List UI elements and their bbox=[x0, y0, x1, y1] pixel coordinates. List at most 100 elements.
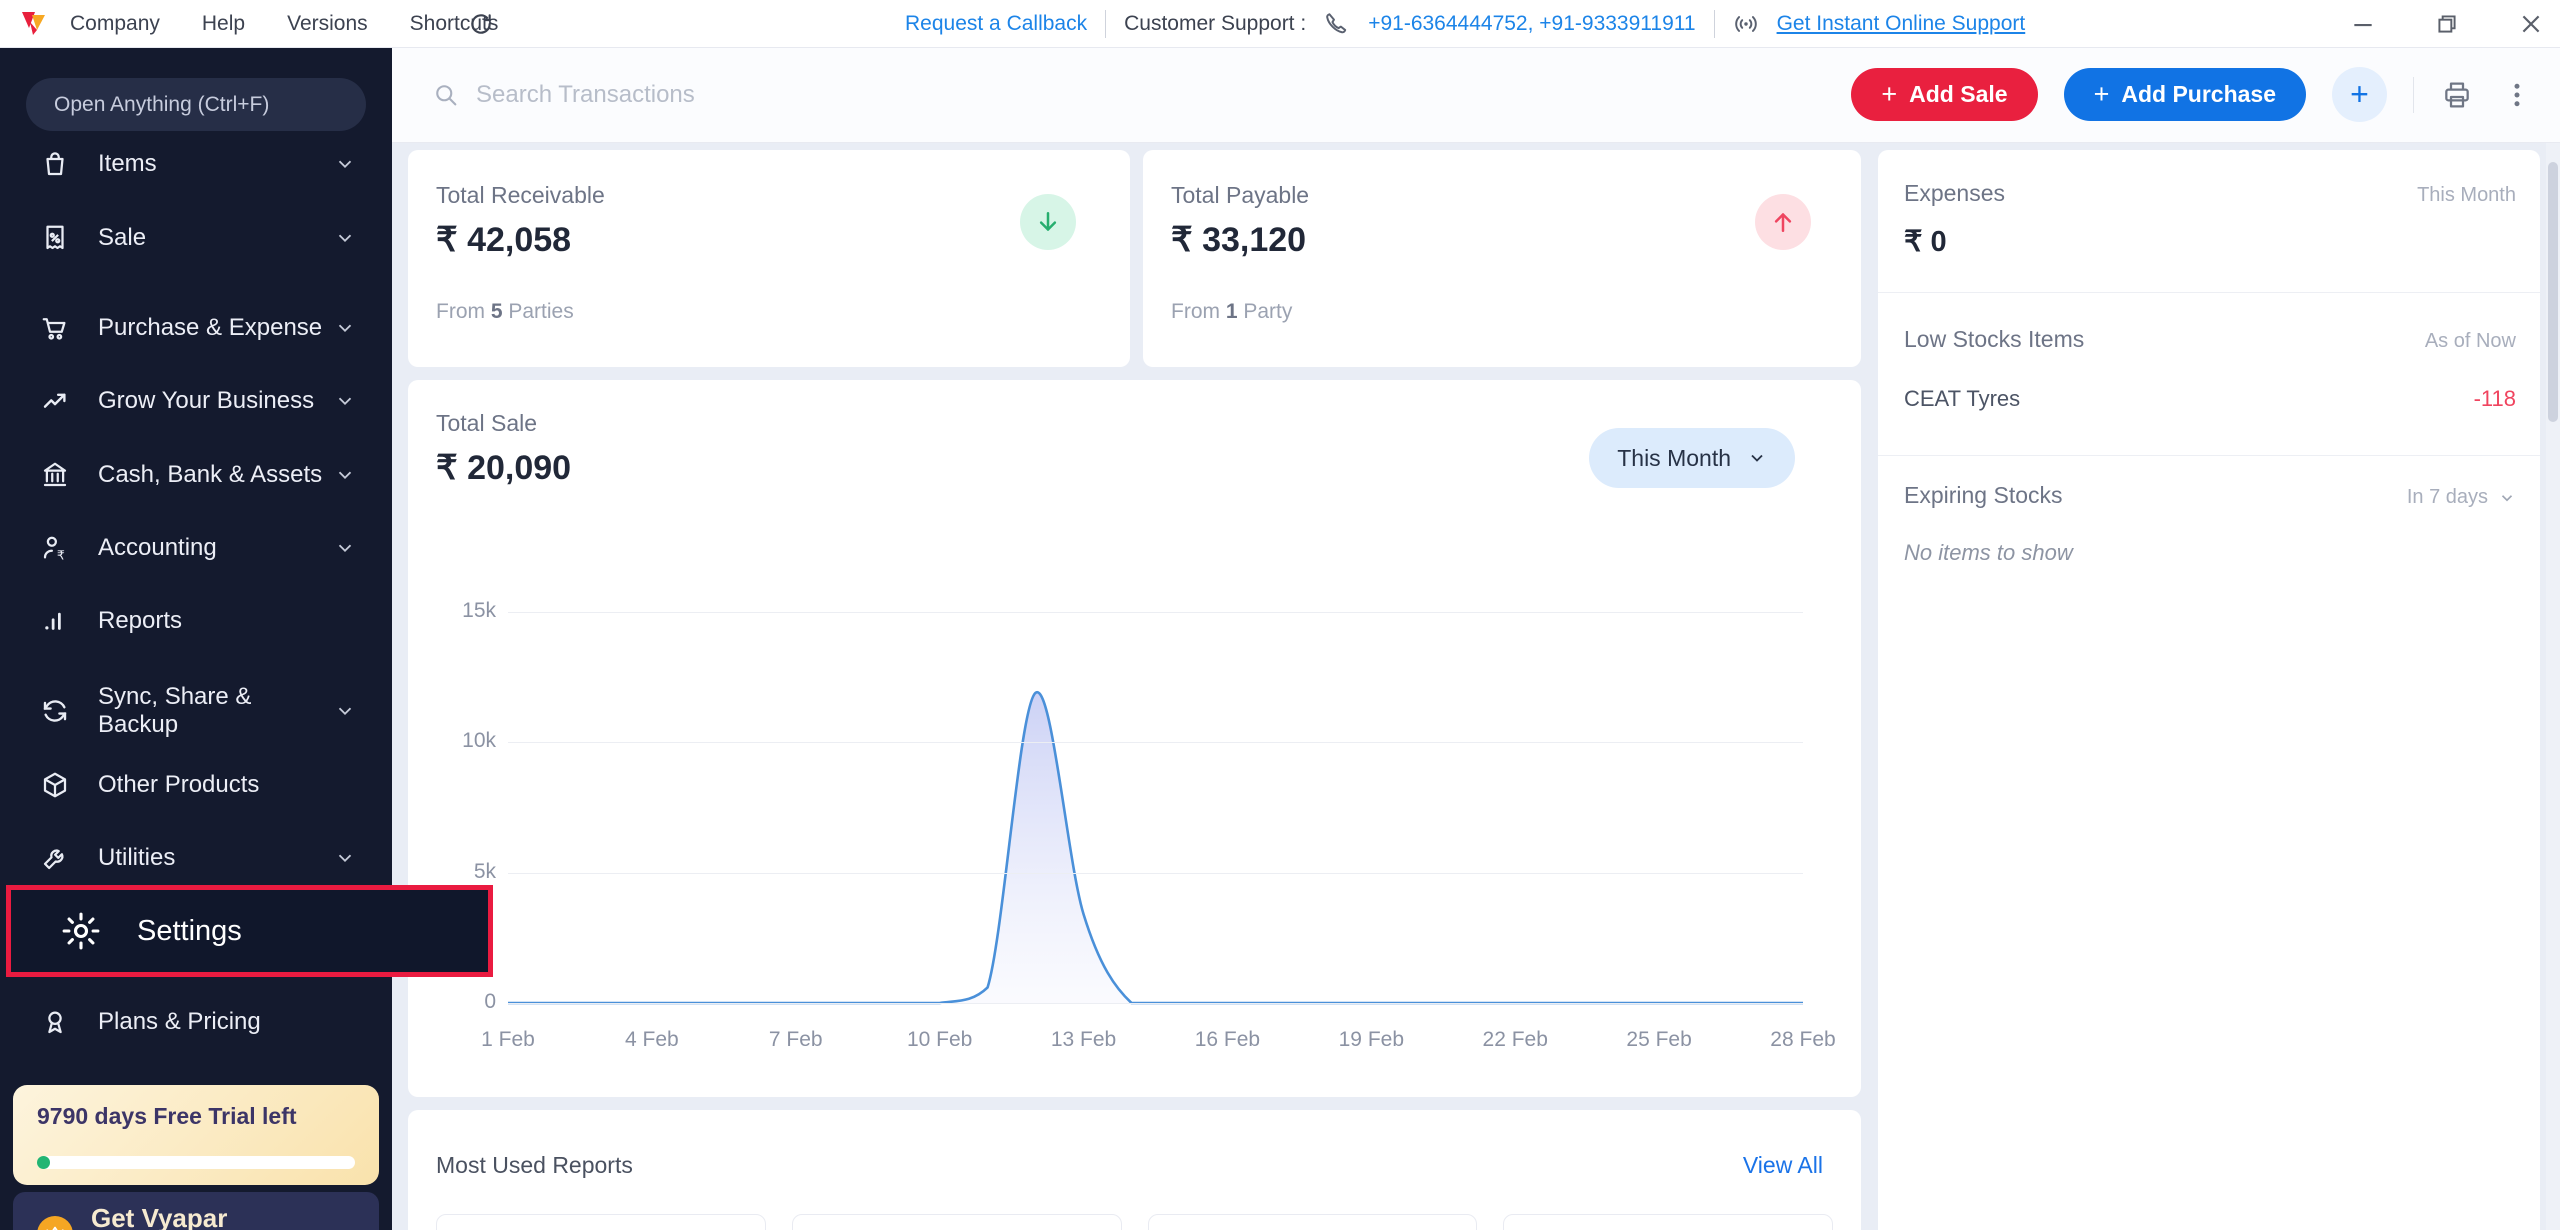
more-options-button[interactable] bbox=[2500, 78, 2534, 112]
expiring-stocks-period-dropdown[interactable]: In 7 days bbox=[2407, 486, 2516, 509]
x-axis-tick-label: 28 Feb bbox=[1758, 1028, 1848, 1052]
receivable-amount: ₹ 42,058 bbox=[436, 220, 571, 260]
y-axis-tick-label: 15k bbox=[438, 599, 496, 623]
chevron-down-icon bbox=[334, 537, 356, 559]
add-sale-button[interactable]: + Add Sale bbox=[1851, 68, 2037, 121]
bar-chart-icon bbox=[40, 606, 70, 636]
chart-area-fill bbox=[508, 692, 1803, 1003]
sidebar-item-purchase-expense[interactable]: Purchase & Expense bbox=[0, 299, 392, 357]
chevron-down-icon bbox=[1747, 448, 1767, 468]
cart-icon bbox=[40, 313, 70, 343]
request-callback-link[interactable]: Request a Callback bbox=[905, 12, 1087, 36]
expiring-period-label: In 7 days bbox=[2407, 486, 2488, 509]
divider bbox=[2413, 77, 2414, 113]
open-anything-search[interactable]: Open Anything (Ctrl+F) bbox=[26, 78, 366, 131]
report-card-placeholder[interactable] bbox=[1148, 1214, 1478, 1230]
plus-glyph: + bbox=[2350, 76, 2369, 113]
sidebar-item-cash-bank-assets[interactable]: Cash, Bank & Assets bbox=[0, 446, 392, 504]
x-axis-tick-label: 7 Feb bbox=[751, 1028, 841, 1052]
menu-versions[interactable]: Versions bbox=[287, 12, 368, 36]
print-button[interactable] bbox=[2440, 78, 2474, 112]
restore-button[interactable] bbox=[2434, 11, 2460, 37]
sidebar-item-label: Reports bbox=[98, 607, 392, 635]
medal-icon bbox=[40, 1007, 70, 1037]
sidebar-item-label: Plans & Pricing bbox=[98, 1008, 392, 1036]
report-card-placeholder[interactable] bbox=[792, 1214, 1122, 1230]
sidebar-item-label: Sale bbox=[98, 224, 334, 252]
view-all-link[interactable]: View All bbox=[1743, 1152, 1823, 1179]
transaction-search[interactable]: Search Transactions bbox=[432, 47, 695, 142]
chevron-down-icon bbox=[334, 227, 356, 249]
report-card-placeholder[interactable] bbox=[436, 1214, 766, 1230]
window-controls bbox=[2350, 0, 2544, 47]
scrollbar-thumb[interactable] bbox=[2548, 162, 2558, 422]
sidebar-item-reports[interactable]: Reports bbox=[0, 592, 392, 650]
sidebar-item-sync-share-backup[interactable]: Sync, Share & Backup bbox=[0, 682, 392, 740]
close-button[interactable] bbox=[2518, 11, 2544, 37]
expenses-title: Expenses bbox=[1904, 180, 2005, 207]
chevron-down-icon bbox=[2498, 489, 2516, 507]
minimize-button[interactable] bbox=[2350, 11, 2376, 37]
add-purchase-label: Add Purchase bbox=[2121, 81, 2276, 108]
total-receivable-card: Total Receivable ₹ 42,058 From 5 Parties bbox=[408, 150, 1130, 367]
sale-chart-svg bbox=[508, 605, 1808, 1010]
period-label: This Month bbox=[1617, 445, 1731, 472]
sidebar-item-plans-pricing[interactable]: Plans & Pricing bbox=[0, 993, 392, 1051]
chevron-down-icon bbox=[334, 317, 356, 339]
period-selector[interactable]: This Month bbox=[1589, 428, 1795, 488]
sidebar-item-other-products[interactable]: Other Products bbox=[0, 756, 392, 814]
sidebar-item-settings-selected[interactable]: Settings bbox=[6, 885, 493, 977]
low-stocks-period: As of Now bbox=[2425, 330, 2516, 353]
report-card-placeholder[interactable] bbox=[1503, 1214, 1833, 1230]
chevron-down-icon bbox=[334, 153, 356, 175]
x-axis-tick-label: 25 Feb bbox=[1614, 1028, 1704, 1052]
menu-company[interactable]: Company bbox=[70, 12, 160, 36]
add-sale-label: Add Sale bbox=[1909, 81, 2007, 108]
right-panel: Expenses This Month ₹ 0 Low Stocks Items… bbox=[1878, 150, 2540, 1230]
low-stock-item-name[interactable]: CEAT Tyres bbox=[1904, 386, 2020, 412]
receipt-percent-icon bbox=[40, 223, 70, 253]
scrollbar-track[interactable] bbox=[2546, 142, 2560, 1230]
payable-trend-badge bbox=[1755, 194, 1811, 250]
arrow-right-icon: › bbox=[344, 1216, 355, 1230]
support-phone-numbers[interactable]: +91-6364444752, +91-9333911911 bbox=[1368, 12, 1695, 36]
sidebar-item-label: Grow Your Business bbox=[98, 387, 334, 415]
chevron-down-icon bbox=[334, 700, 356, 722]
y-axis-tick-label: 5k bbox=[438, 860, 496, 884]
payable-title: Total Payable bbox=[1171, 182, 1309, 209]
sidebar-item-accounting[interactable]: ₹ Accounting bbox=[0, 519, 392, 577]
free-trial-card[interactable]: 9790 days Free Trial left bbox=[13, 1085, 379, 1185]
quick-add-button[interactable]: + bbox=[2332, 67, 2387, 122]
y-axis-tick-label: 10k bbox=[438, 729, 496, 753]
trial-progress-fill bbox=[37, 1156, 50, 1169]
x-axis-tick-label: 10 Feb bbox=[895, 1028, 985, 1052]
refresh-icon[interactable] bbox=[468, 11, 494, 37]
receivable-trend-badge bbox=[1020, 194, 1076, 250]
y-axis-tick-label: 0 bbox=[438, 990, 496, 1014]
sidebar-item-label: Sync, Share & Backup bbox=[98, 683, 334, 739]
most-used-reports-card: Most Used Reports View All bbox=[408, 1110, 1861, 1230]
trial-days-left-text: 9790 days Free Trial left bbox=[37, 1103, 379, 1130]
menu-help[interactable]: Help bbox=[202, 12, 245, 36]
total-sale-amount: ₹ 20,090 bbox=[436, 448, 571, 488]
get-premium-banner[interactable]: Get Vyapar Premium › bbox=[13, 1192, 379, 1230]
sidebar-item-items[interactable]: Items bbox=[0, 135, 392, 193]
sidebar-item-sale[interactable]: Sale bbox=[0, 209, 392, 267]
premium-coin-icon bbox=[37, 1216, 73, 1230]
chart-gridline bbox=[508, 1003, 1803, 1004]
cube-icon bbox=[40, 770, 70, 800]
add-purchase-button[interactable]: + Add Purchase bbox=[2064, 68, 2306, 121]
trend-up-icon bbox=[40, 386, 70, 416]
sync-icon bbox=[40, 696, 70, 726]
sidebar-item-grow-your-business[interactable]: Grow Your Business bbox=[0, 372, 392, 430]
x-axis-tick-label: 4 Feb bbox=[607, 1028, 697, 1052]
online-support-link[interactable]: Get Instant Online Support bbox=[1777, 12, 2026, 36]
plus-glyph: + bbox=[2094, 79, 2110, 110]
expiring-stocks-title: Expiring Stocks bbox=[1904, 482, 2063, 509]
chevron-down-icon bbox=[334, 847, 356, 869]
sidebar-item-utilities[interactable]: Utilities bbox=[0, 829, 392, 887]
divider bbox=[1105, 10, 1106, 38]
total-payable-card: Total Payable ₹ 33,120 From 1 Party bbox=[1143, 150, 1861, 367]
chart-gridline bbox=[508, 742, 1803, 743]
open-anything-placeholder: Open Anything (Ctrl+F) bbox=[54, 93, 269, 117]
